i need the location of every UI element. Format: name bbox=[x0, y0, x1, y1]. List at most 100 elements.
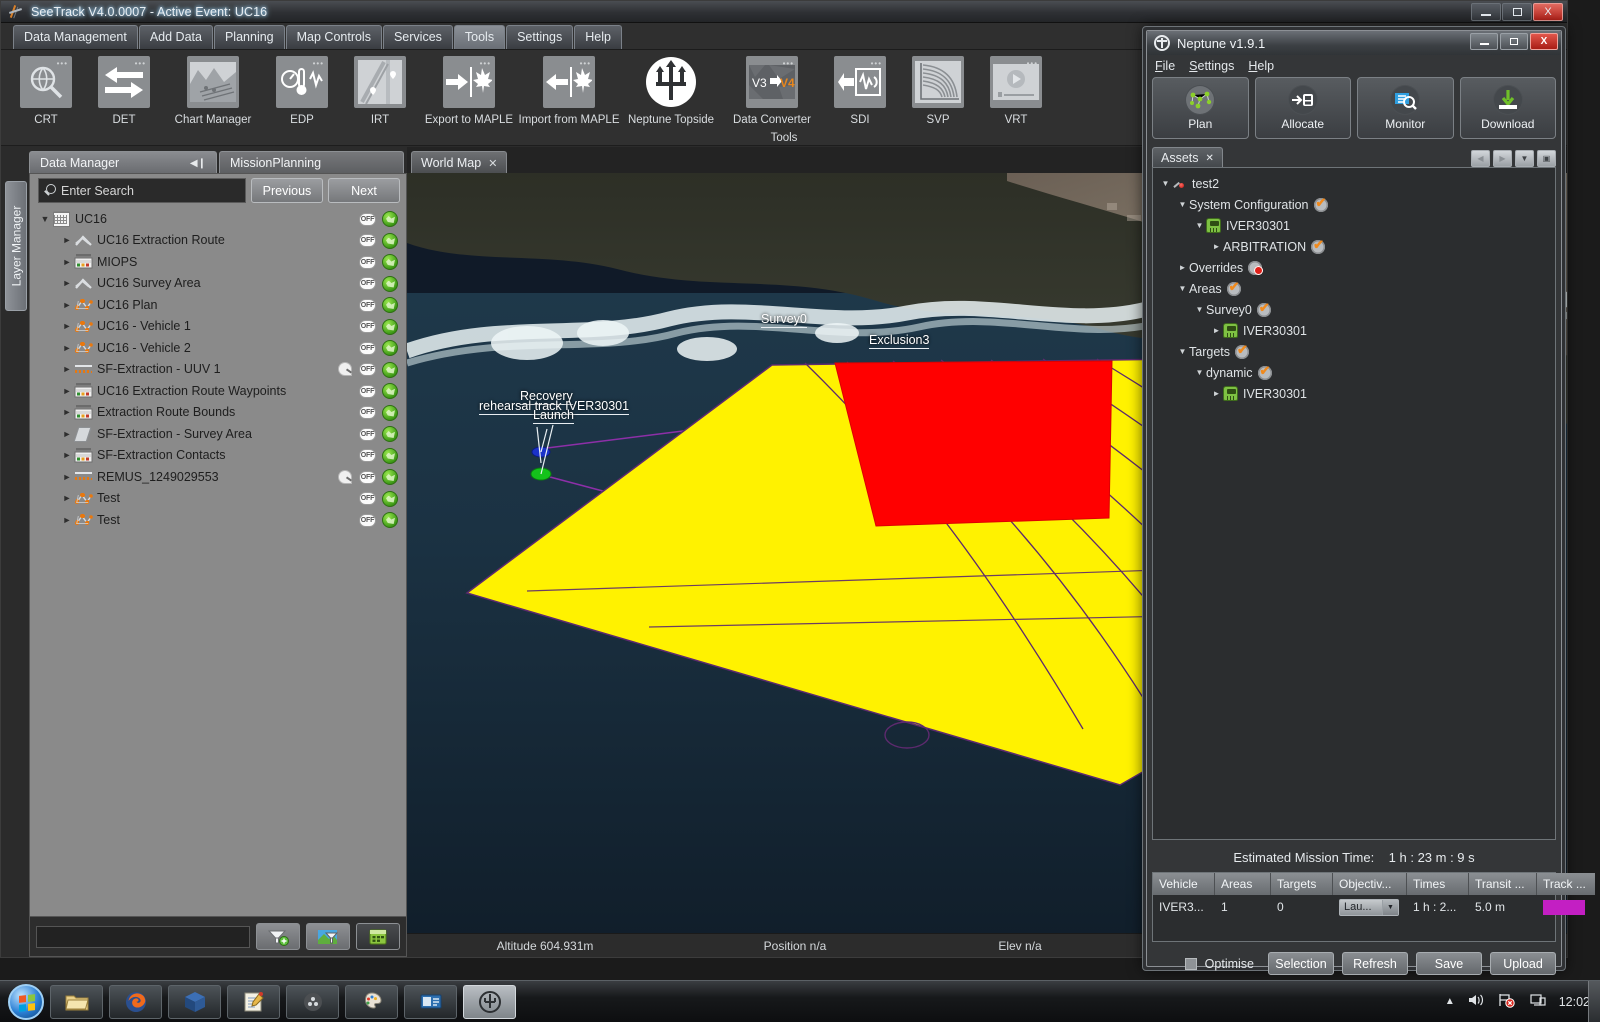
satellite-icon[interactable] bbox=[337, 469, 353, 485]
map-filter-button[interactable] bbox=[306, 923, 350, 950]
maximize-panel-button[interactable]: ▣ bbox=[1537, 150, 1556, 167]
next-tab-button[interactable]: ▶ bbox=[1493, 150, 1512, 167]
optimise-checkbox[interactable] bbox=[1184, 957, 1197, 970]
objective-select[interactable]: Lau... ▼ bbox=[1339, 898, 1399, 916]
neptune-minimize-button[interactable] bbox=[1470, 33, 1498, 50]
globe-icon[interactable] bbox=[382, 469, 398, 485]
globe-icon[interactable] bbox=[382, 254, 398, 270]
menu-item-add-data[interactable]: Add Data bbox=[138, 25, 213, 49]
chevron-right-icon[interactable]: ► bbox=[60, 300, 74, 310]
visibility-toggle[interactable]: OFF bbox=[359, 427, 376, 441]
visibility-toggle[interactable]: OFF bbox=[359, 212, 376, 226]
tree-item[interactable]: ► Extraction Route Bounds OFF bbox=[30, 402, 406, 424]
monitor-button[interactable]: Monitor bbox=[1357, 77, 1454, 139]
pin-icon[interactable]: ◀❙ bbox=[190, 158, 206, 169]
asset-tree-item[interactable]: ► Overrides bbox=[1153, 257, 1555, 278]
asset-tree-item[interactable]: ▼ IVER30301 bbox=[1153, 215, 1555, 236]
globe-icon[interactable] bbox=[382, 426, 398, 442]
tree-item[interactable]: ► UC16 Extraction Route Waypoints OFF bbox=[30, 380, 406, 402]
chevron-right-icon[interactable]: ► bbox=[1176, 263, 1189, 272]
display-icon[interactable] bbox=[1529, 992, 1547, 1011]
chevron-right-icon[interactable]: ► bbox=[1210, 389, 1223, 398]
chevron-right-icon[interactable]: ► bbox=[60, 472, 74, 482]
visibility-toggle[interactable]: OFF bbox=[359, 363, 376, 376]
asset-tree-item[interactable]: ► ARBITRATION bbox=[1153, 236, 1555, 257]
chevron-right-icon[interactable]: ► bbox=[1210, 242, 1223, 251]
tab-world-map[interactable]: World Map ✕ bbox=[411, 151, 508, 173]
globe-icon[interactable] bbox=[382, 232, 398, 249]
refresh-button[interactable]: Refresh bbox=[1342, 952, 1408, 975]
chevron-right-icon[interactable]: ► bbox=[60, 364, 74, 374]
chevron-right-icon[interactable]: ► bbox=[60, 278, 74, 288]
taskbar-notepad[interactable] bbox=[227, 984, 280, 1019]
chevron-down-icon[interactable]: ▼ bbox=[1193, 221, 1206, 230]
chevron-right-icon[interactable]: ► bbox=[60, 407, 74, 417]
tree-item[interactable]: ▼ UC16 OFF bbox=[30, 208, 406, 230]
menu-item-settings[interactable]: Settings bbox=[506, 25, 574, 49]
taskbar-neptune[interactable] bbox=[463, 984, 516, 1019]
network-error-icon[interactable] bbox=[1497, 992, 1517, 1011]
menu-item-map-controls[interactable]: Map Controls bbox=[285, 25, 382, 49]
close-icon[interactable]: ✕ bbox=[488, 157, 497, 170]
globe-icon[interactable] bbox=[382, 447, 398, 464]
maximize-button[interactable] bbox=[1502, 3, 1532, 21]
chevron-right-icon[interactable]: ► bbox=[60, 321, 74, 331]
globe-icon[interactable] bbox=[382, 404, 398, 421]
selection-button[interactable]: Selection bbox=[1268, 952, 1334, 975]
menu-item-tools[interactable]: Tools bbox=[453, 25, 506, 49]
tree-item[interactable]: ► SF-Extraction - Survey Area OFF bbox=[30, 423, 406, 445]
visibility-toggle[interactable]: OFF bbox=[359, 492, 376, 505]
asset-tree-item[interactable]: ▼ Targets bbox=[1153, 341, 1555, 362]
asset-tree-item[interactable]: ▼ Areas bbox=[1153, 278, 1555, 299]
taskbar-firefox[interactable] bbox=[109, 984, 162, 1019]
tree-item[interactable]: ► Test OFF bbox=[30, 488, 406, 510]
save-button[interactable]: Save bbox=[1416, 952, 1482, 975]
close-button[interactable]: X bbox=[1533, 3, 1563, 21]
start-orb-icon[interactable] bbox=[8, 983, 44, 1020]
neptune-menu-settings[interactable]: Settings bbox=[1189, 59, 1234, 73]
neptune-close-button[interactable]: X bbox=[1530, 33, 1558, 50]
chevron-right-icon[interactable]: ► bbox=[60, 343, 74, 353]
taskbar-clock[interactable]: 12:02 bbox=[1559, 995, 1590, 1009]
tab-list-button[interactable]: ▼ bbox=[1515, 150, 1534, 167]
footer-input[interactable] bbox=[36, 925, 250, 948]
column-header[interactable]: Objectiv... bbox=[1333, 873, 1407, 895]
visibility-toggle[interactable]: OFF bbox=[359, 255, 376, 269]
asset-tree-item[interactable]: ▼ test2 bbox=[1153, 173, 1555, 194]
search-input[interactable]: Enter Search bbox=[38, 178, 246, 203]
new-event-button[interactable] bbox=[356, 923, 400, 950]
asset-tree-item[interactable]: ▼ System Configuration bbox=[1153, 194, 1555, 215]
chevron-down-icon[interactable]: ▼ bbox=[1176, 200, 1189, 209]
taskbar-app5[interactable] bbox=[286, 984, 339, 1019]
close-icon[interactable]: ✕ bbox=[1206, 153, 1214, 164]
visibility-toggle[interactable]: OFF bbox=[359, 513, 376, 527]
show-desktop-button[interactable] bbox=[1588, 981, 1600, 1022]
column-header[interactable]: Vehicle bbox=[1153, 873, 1215, 895]
chevron-down-icon[interactable]: ▼ bbox=[38, 214, 52, 224]
chevron-down-icon[interactable]: ▼ bbox=[1193, 305, 1206, 314]
visibility-toggle[interactable]: OFF bbox=[359, 341, 376, 355]
tab-data-manager[interactable]: Data Manager ◀❙ bbox=[29, 151, 217, 173]
chevron-right-icon[interactable]: ► bbox=[60, 235, 74, 245]
neptune-maximize-button[interactable] bbox=[1500, 33, 1528, 50]
allocate-button[interactable]: Allocate bbox=[1254, 77, 1351, 139]
tree-item[interactable]: ► UC16 Plan OFF bbox=[30, 294, 406, 316]
satellite-icon[interactable] bbox=[337, 362, 353, 377]
asset-tree-item[interactable]: ▼ dynamic bbox=[1153, 362, 1555, 383]
previous-button[interactable]: Previous bbox=[251, 178, 323, 203]
menu-item-data-management[interactable]: Data Management bbox=[13, 25, 138, 49]
track-color-swatch[interactable] bbox=[1543, 899, 1585, 915]
visibility-toggle[interactable]: OFF bbox=[359, 384, 376, 398]
taskbar-seetrack[interactable] bbox=[168, 984, 221, 1019]
chevron-right-icon[interactable]: ► bbox=[60, 429, 74, 439]
tree-item[interactable]: ► UC16 - Vehicle 2 OFF bbox=[30, 337, 406, 359]
table-row[interactable]: IVER3... 1 0 Lau... ▼ 1 h : 2... 5.0 m bbox=[1153, 895, 1585, 919]
tree-item[interactable]: ► Test OFF bbox=[30, 509, 406, 531]
tree-item[interactable]: ► UC16 Survey Area OFF bbox=[30, 273, 406, 295]
menu-item-planning[interactable]: Planning bbox=[213, 25, 285, 49]
tree-item[interactable]: ► MIOPS OFF bbox=[30, 251, 406, 273]
tree-item[interactable]: ► REMUS_1249029553 OFF bbox=[30, 466, 406, 488]
visibility-toggle[interactable]: OFF bbox=[359, 449, 376, 462]
neptune-menu-help[interactable]: Help bbox=[1248, 59, 1274, 73]
globe-icon[interactable] bbox=[382, 383, 398, 399]
